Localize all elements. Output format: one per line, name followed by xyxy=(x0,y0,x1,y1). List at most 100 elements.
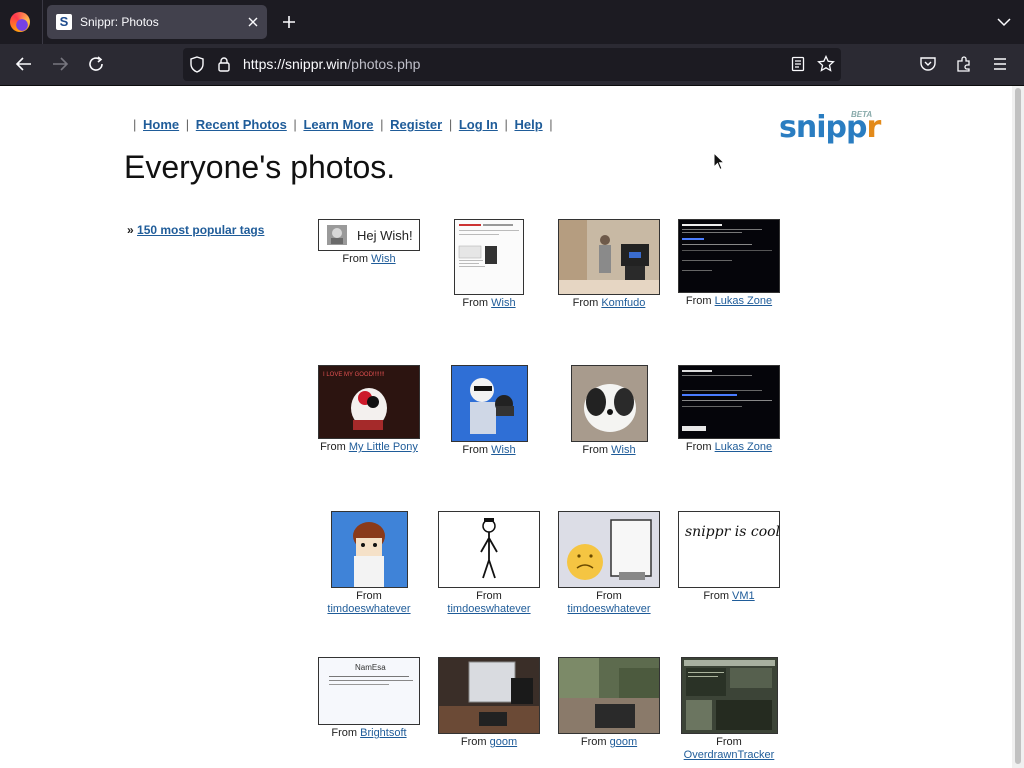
url-host: https://snippr.win xyxy=(243,56,348,72)
thumbnail-caption: Hej Wish! xyxy=(357,228,413,243)
photo-thumbnail[interactable]: I LOVE MY GOOD!!!!!!! xyxy=(318,365,420,439)
photo-thumbnail[interactable] xyxy=(680,657,778,734)
tab-separator xyxy=(42,0,43,44)
photo-source-link[interactable]: Wish xyxy=(371,253,395,265)
photo-caption: From OverdrawnTracker xyxy=(669,736,789,762)
photo-source-link[interactable]: Lukas Zone xyxy=(715,441,772,453)
navigation-toolbar: https://snippr.win/photos.php xyxy=(0,44,1024,86)
photo-thumbnail[interactable] xyxy=(450,365,528,442)
photo-source-link[interactable]: timdoeswhatever xyxy=(447,603,530,615)
from-label: From xyxy=(685,295,712,307)
shield-icon[interactable] xyxy=(189,56,205,73)
photo-caption: From My Little Pony xyxy=(309,441,429,454)
photo-item: From OverdrawnTracker xyxy=(669,657,789,762)
vertical-scrollbar[interactable] xyxy=(1012,86,1024,768)
photo-source-link[interactable]: Brightsoft xyxy=(360,727,406,739)
photo-caption: From Brightsoft xyxy=(309,727,429,740)
photo-caption: From Wish xyxy=(429,444,549,457)
photo-source-link[interactable]: Lukas Zone xyxy=(715,295,772,307)
photo-thumbnail[interactable] xyxy=(558,511,660,588)
photo-source-link[interactable]: My Little Pony xyxy=(349,441,418,453)
photo-item: From goom xyxy=(429,657,549,749)
photo-source-link[interactable]: Komfudo xyxy=(601,297,645,309)
lock-icon[interactable] xyxy=(217,56,231,73)
from-label: From xyxy=(356,590,382,602)
address-bar[interactable]: https://snippr.win/photos.php xyxy=(183,48,841,81)
photo-caption: From Lukas Zone xyxy=(669,441,789,454)
page-title: Everyone's photos. xyxy=(124,149,396,185)
new-tab-icon[interactable] xyxy=(280,13,298,31)
photo-thumbnail[interactable] xyxy=(678,219,780,293)
back-arrow-icon[interactable] xyxy=(15,55,33,73)
nav-link-log-in[interactable]: Log In xyxy=(459,117,498,132)
nav-separator: | xyxy=(549,117,553,132)
hamburger-menu-icon[interactable] xyxy=(991,55,1009,73)
from-label: From xyxy=(685,441,712,453)
forward-arrow-icon[interactable] xyxy=(51,55,69,73)
photo-caption: From VM1 xyxy=(669,590,789,603)
tab-strip: S Snippr: Photos xyxy=(0,0,1024,44)
photo-thumbnail[interactable]: snippr is cool -ks xyxy=(678,511,780,588)
from-label: From xyxy=(331,727,358,739)
photo-thumbnail[interactable] xyxy=(438,511,540,588)
chevron-down-icon[interactable] xyxy=(996,14,1012,30)
photo-source-link[interactable]: Wish xyxy=(491,444,515,456)
photo-item: Hej Wish! From Wish xyxy=(309,219,429,266)
mouse-cursor-icon xyxy=(713,152,725,172)
photo-thumbnail[interactable] xyxy=(454,219,524,295)
nav-link-learn-more[interactable]: Learn More xyxy=(303,117,373,132)
photo-source-link[interactable]: goom xyxy=(610,736,638,748)
nav-link-recent-photos[interactable]: Recent Photos xyxy=(196,117,287,132)
from-label: From xyxy=(716,736,742,748)
photo-thumbnail[interactable] xyxy=(438,657,540,734)
photo-source-link[interactable]: OverdrawnTracker xyxy=(684,749,775,761)
bookmark-star-icon[interactable] xyxy=(817,55,835,73)
photo-thumbnail[interactable] xyxy=(570,365,648,442)
nav-separator: | xyxy=(293,117,297,132)
snippr-logo[interactable]: snippr BETA xyxy=(779,106,881,146)
photo-thumbnail[interactable]: NamEsa xyxy=(318,657,420,725)
photo-caption: From Wish xyxy=(429,297,549,310)
photo-source-link[interactable]: Wish xyxy=(491,297,515,309)
nav-link-help[interactable]: Help xyxy=(514,117,542,132)
photo-source-link[interactable]: timdoeswhatever xyxy=(567,603,650,615)
photo-thumbnail[interactable] xyxy=(330,511,408,588)
close-tab-icon[interactable] xyxy=(245,14,261,30)
photo-item: From Wish xyxy=(429,365,549,457)
photo-thumbnail[interactable] xyxy=(558,657,660,734)
tab-snippr-photos[interactable]: S Snippr: Photos xyxy=(47,5,267,39)
reader-view-icon[interactable] xyxy=(790,56,806,72)
popular-tags-link[interactable]: 150 most popular tags xyxy=(137,223,264,237)
from-label: From xyxy=(582,444,609,456)
scrollbar-thumb[interactable] xyxy=(1015,88,1021,764)
photo-source-link[interactable]: VM1 xyxy=(732,590,755,602)
nav-separator: | xyxy=(133,117,137,132)
firefox-icon[interactable] xyxy=(10,12,30,32)
photo-thumbnail[interactable] xyxy=(678,365,780,439)
bullet-marker: » xyxy=(127,223,134,237)
photo-source-link[interactable]: goom xyxy=(490,736,518,748)
popular-tags: » 150 most popular tags xyxy=(127,223,264,237)
reload-icon[interactable] xyxy=(87,55,105,73)
from-label: From xyxy=(596,590,622,602)
photo-item: From Lukas Zone xyxy=(669,219,789,308)
nav-link-home[interactable]: Home xyxy=(143,117,179,132)
photo-thumbnail[interactable]: Hej Wish! xyxy=(318,219,420,251)
photo-source-link[interactable]: Wish xyxy=(611,444,635,456)
url-text[interactable]: https://snippr.win/photos.php xyxy=(243,56,420,73)
snippr-favicon-icon: S xyxy=(56,14,72,30)
from-label: From xyxy=(703,590,729,602)
thumbnail-caption: snippr is cool -ks xyxy=(685,524,780,540)
photo-source-link[interactable]: timdoeswhatever xyxy=(327,603,410,615)
photo-item: snippr is cool -ks From VM1 xyxy=(669,511,789,603)
tab-title: Snippr: Photos xyxy=(80,15,159,29)
pocket-icon[interactable] xyxy=(919,55,937,73)
nav-link-register[interactable]: Register xyxy=(390,117,442,132)
nav-separator: | xyxy=(448,117,453,132)
from-label: From xyxy=(580,736,607,748)
photo-thumbnail[interactable] xyxy=(558,219,660,295)
photo-caption: From Wish xyxy=(309,253,429,266)
extensions-icon[interactable] xyxy=(955,55,973,73)
photo-item: From goom xyxy=(549,657,669,749)
from-label: From xyxy=(572,297,599,309)
